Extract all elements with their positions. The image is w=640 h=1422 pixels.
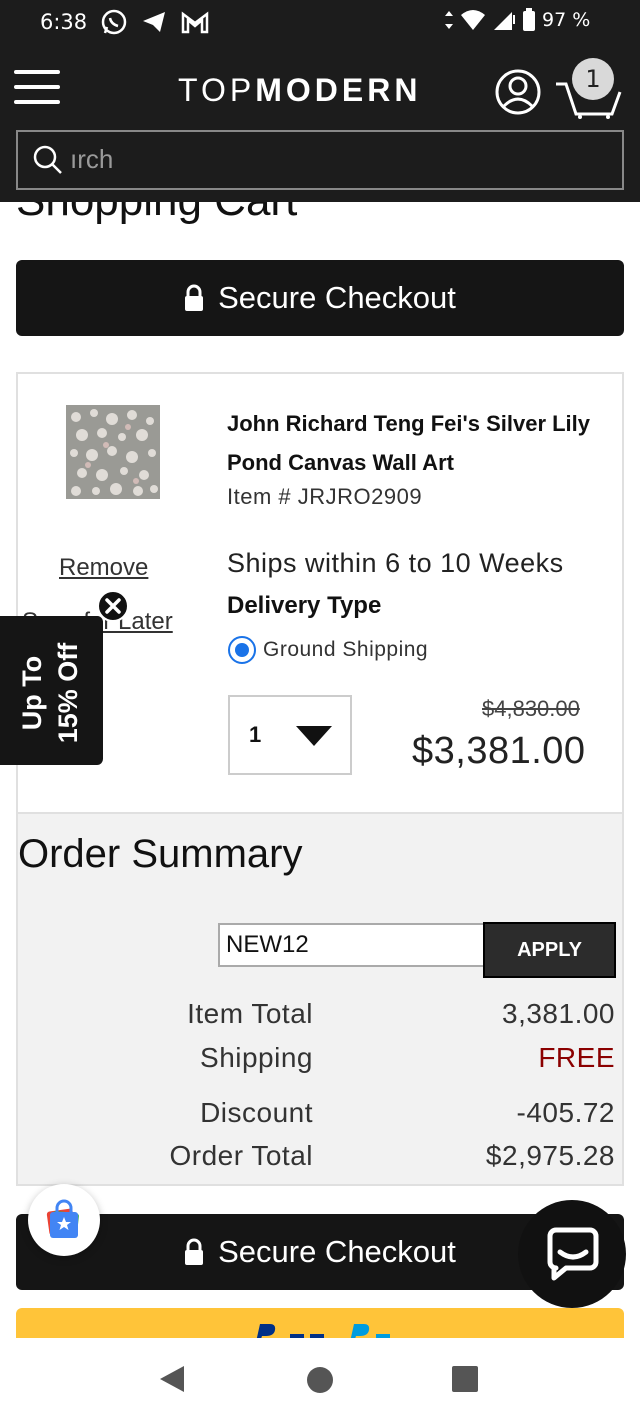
search-field[interactable]: ırch <box>16 130 624 190</box>
lock-icon <box>185 284 204 311</box>
wifi-icon <box>461 10 485 30</box>
chat-bubble-icon <box>547 1227 599 1281</box>
telegram-icon <box>143 12 165 32</box>
home-icon[interactable] <box>306 1366 334 1394</box>
item-total-value: 3,381.00 <box>502 998 615 1029</box>
discount-value: -405.72 <box>516 1097 615 1128</box>
order-summary-title: Order Summary <box>18 832 303 876</box>
ground-shipping-label[interactable]: Ground Shipping <box>263 638 428 662</box>
checkout-label: Secure Checkout <box>218 1234 456 1269</box>
magnifier-icon[interactable] <box>32 144 64 176</box>
promo-code-input[interactable] <box>218 923 488 967</box>
shipping-label: Shipping <box>200 1042 313 1073</box>
apply-promo-button[interactable]: APPLY <box>483 922 616 978</box>
search-placeholder: ırch <box>70 144 114 174</box>
close-x-icon <box>105 598 121 614</box>
ground-shipping-radio[interactable] <box>228 636 256 664</box>
status-time: 6:38 <box>40 10 88 34</box>
shopping-bag-badge[interactable] <box>28 1184 100 1256</box>
battery-icon <box>523 8 535 31</box>
discount-promo-tab[interactable]: Up To 15% Off <box>0 616 103 765</box>
item-number: Item # JRJRO2909 <box>227 484 423 509</box>
back-icon[interactable] <box>158 1364 186 1394</box>
shipping-value: FREE <box>538 1042 615 1073</box>
android-nav-bar <box>0 1338 640 1422</box>
promo-tab-line2: 15% Off <box>53 642 83 744</box>
order-total-value: $2,975.28 <box>485 1140 615 1171</box>
paypal-button[interactable] <box>16 1308 624 1338</box>
data-arrows-icon <box>445 11 453 29</box>
whatsapp-icon <box>101 9 127 35</box>
notification-icons <box>100 8 210 36</box>
promo-tab-text: Up To 15% Off <box>14 628 86 758</box>
product-name-link[interactable]: John Richard Teng Fei's Silver Lily Pond… <box>227 404 607 482</box>
shopping-bag-icon <box>46 1199 79 1238</box>
cart-badge[interactable]: 1 <box>572 58 614 100</box>
dropdown-arrow-icon <box>296 726 332 746</box>
battery-percent: 97 % <box>542 9 591 31</box>
logo-light: TOP <box>178 72 256 108</box>
lock-icon <box>185 1238 204 1265</box>
paypal-logo-icon <box>256 1324 390 1338</box>
logo-bold: MODERN <box>255 72 422 108</box>
item-total-label: Item Total <box>187 998 313 1029</box>
signal-icon <box>494 12 515 30</box>
close-icon[interactable] <box>97 590 129 622</box>
chat-button[interactable] <box>518 1200 626 1308</box>
promo-tab-line1: Up To <box>17 655 47 731</box>
user-account-icon[interactable] <box>494 68 542 116</box>
remove-link[interactable]: Remove <box>59 554 148 582</box>
order-total-label: Order Total <box>169 1140 313 1171</box>
sale-price: $3,381.00 <box>412 730 586 772</box>
system-icons: 97 % <box>444 8 590 32</box>
quantity-value: 1 <box>249 722 262 747</box>
ships-within-text: Ships within 6 to 10 Weeks <box>227 548 564 578</box>
delivery-type-label: Delivery Type <box>227 592 382 619</box>
original-price: $4,830.00 <box>482 696 580 721</box>
discount-label: Discount <box>200 1097 313 1128</box>
status-bar: 6:38 97 % <box>0 0 640 44</box>
checkout-label: Secure Checkout <box>218 280 456 315</box>
product-thumbnail[interactable] <box>66 405 160 499</box>
header-layer: TOPMODERN 1 ırch <box>0 44 640 202</box>
quantity-select[interactable] <box>228 695 352 775</box>
recents-icon[interactable] <box>452 1366 478 1392</box>
hamburger-menu-button[interactable] <box>14 70 62 104</box>
gmail-icon <box>181 11 209 34</box>
site-logo-text[interactable]: TOPMODERN <box>178 72 421 109</box>
secure-checkout-button-top[interactable]: Secure Checkout <box>16 260 624 336</box>
